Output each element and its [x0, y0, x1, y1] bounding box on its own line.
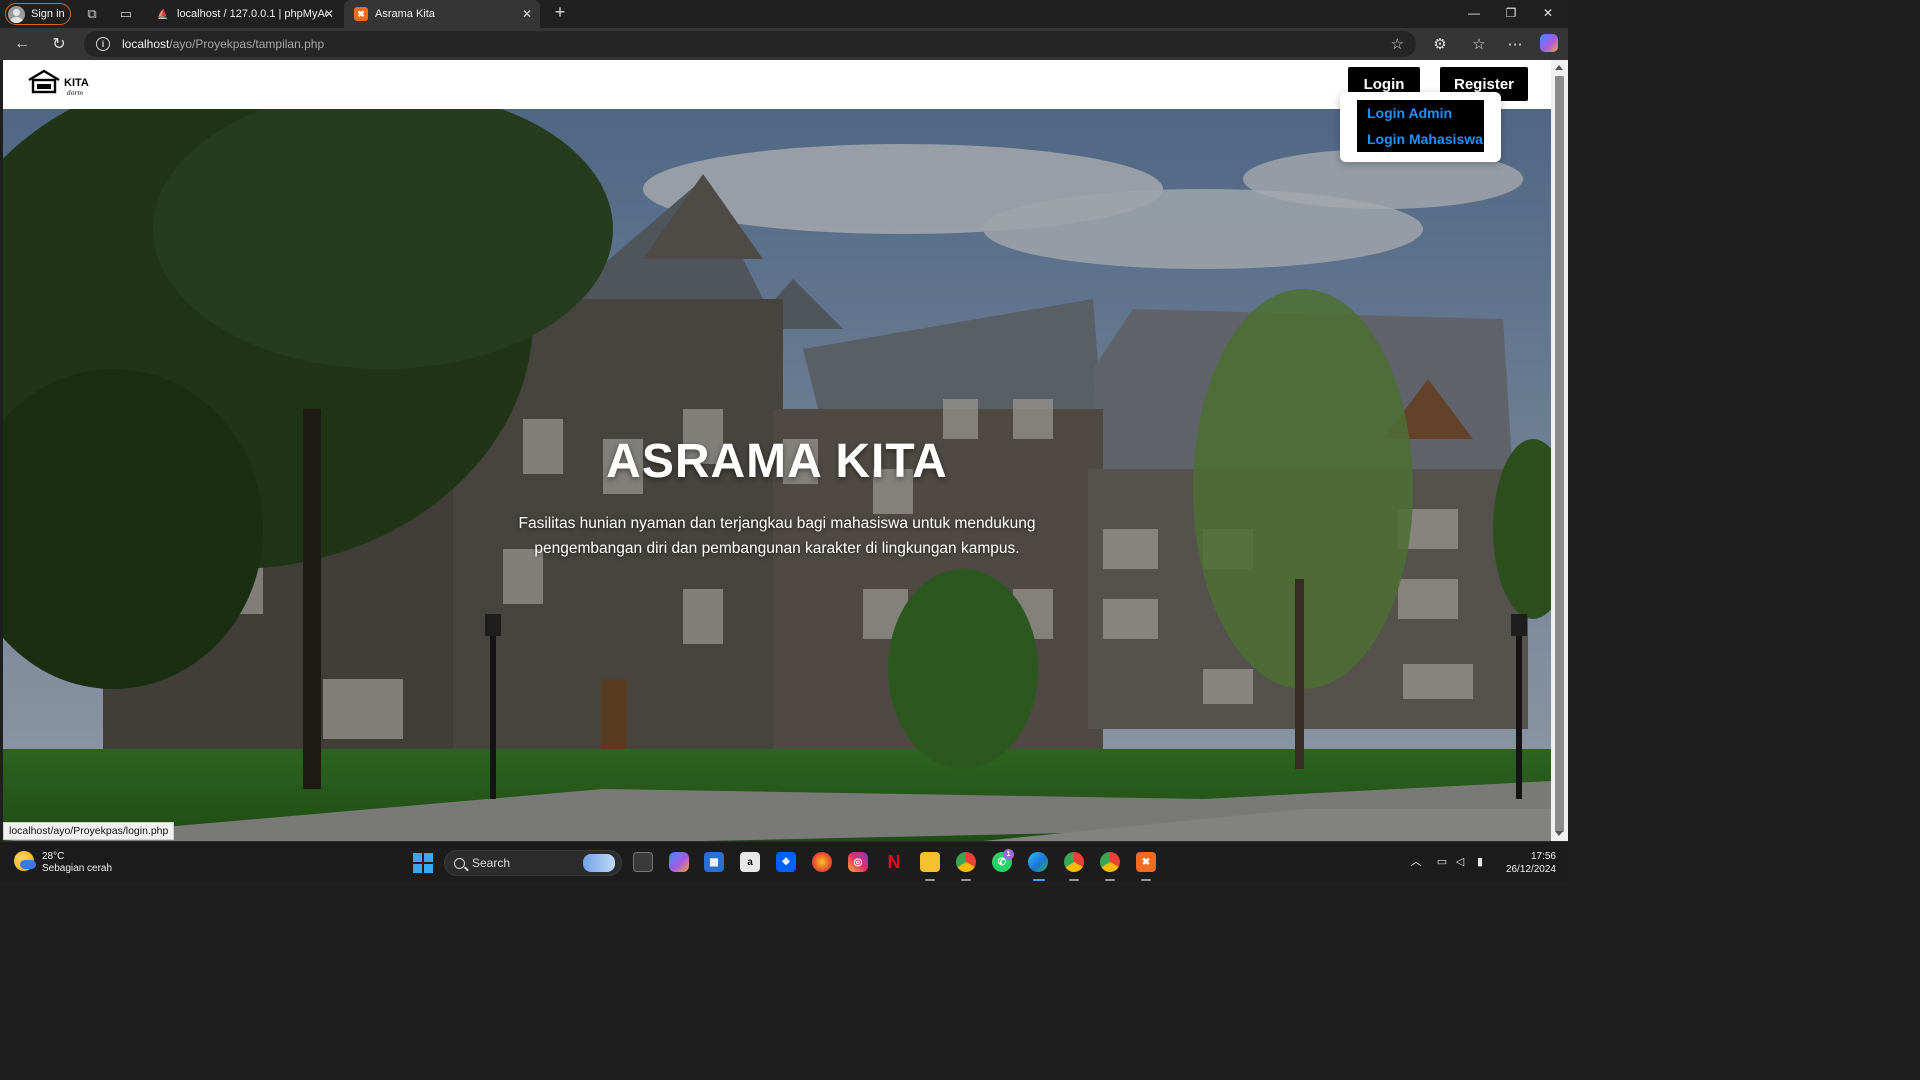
- favorite-star-icon[interactable]: ☆: [1391, 35, 1404, 53]
- amazon-icon[interactable]: a: [740, 852, 760, 872]
- back-arrow-icon[interactable]: ←: [12, 34, 32, 54]
- phpmyadmin-icon: ⛵: [157, 8, 169, 19]
- tab-title: localhost / 127.0.0.1 | phpMyAdmin: [177, 8, 327, 20]
- chrome-profile-3-active-indicator: [1105, 879, 1115, 881]
- partly-sunny-icon: [14, 851, 36, 871]
- copilot-taskbar-icon[interactable]: [669, 852, 689, 872]
- profile-avatar-icon: [8, 5, 25, 23]
- login-dropdown-menu: Login Admin Login Mahasiswa: [1340, 92, 1501, 162]
- weather-condition: Sebagian cerah: [42, 863, 113, 874]
- profile-signin-button[interactable]: Sign in: [5, 3, 71, 25]
- clock-time: 17:56: [1530, 851, 1556, 862]
- scroll-up-icon[interactable]: [1555, 65, 1563, 70]
- network-icon[interactable]: ▭: [1435, 854, 1449, 868]
- taskbar-clock[interactable]: 17:56 26/12/2024: [1500, 850, 1556, 876]
- xampp-taskbar-icon[interactable]: ✖: [1136, 852, 1156, 872]
- logo-subtext: dorm: [67, 90, 83, 97]
- xampp-active-indicator: [1141, 879, 1151, 881]
- show-hidden-icons-chevron-icon[interactable]: ︿: [1409, 854, 1423, 868]
- site-info-icon[interactable]: i: [96, 37, 110, 51]
- chrome-active-indicator: [961, 879, 971, 881]
- firefox-icon[interactable]: [812, 852, 832, 872]
- chrome-profile-2-icon[interactable]: [1064, 852, 1084, 872]
- browser-toolbar: ← ↻ i localhost/ayo/Proyekpas/tampilan.p…: [0, 28, 1568, 60]
- chrome-icon[interactable]: [956, 852, 976, 872]
- favorites-icon[interactable]: ☆: [1469, 34, 1489, 54]
- browser-titlebar: Sign in ⧉ ▭ ⛵ localhost / 127.0.0.1 | ph…: [0, 0, 1568, 28]
- search-highlight-image: [583, 854, 615, 872]
- login-admin-link[interactable]: Login Admin: [1357, 100, 1484, 126]
- whatsapp-badge: 1: [1003, 849, 1014, 860]
- tab-asrama-kita[interactable]: ✖ Asrama Kita ✕: [344, 0, 540, 28]
- file-explorer-active-indicator: [925, 879, 935, 881]
- vertical-tabs-icon[interactable]: ▭: [117, 5, 135, 23]
- tab-phpmyadmin[interactable]: ⛵ localhost / 127.0.0.1 | phpMyAdmin ✕: [146, 0, 342, 28]
- scroll-down-icon[interactable]: [1555, 831, 1563, 836]
- weather-temp: 28°C: [42, 851, 65, 862]
- edge-icon[interactable]: [1028, 852, 1048, 872]
- new-tab-button[interactable]: +: [550, 3, 570, 23]
- xampp-icon: ✖: [354, 7, 368, 21]
- login-mahasiswa-link[interactable]: Login Mahasiswa: [1357, 126, 1484, 152]
- microsoft-store-icon[interactable]: ▦: [704, 852, 724, 872]
- status-bar-url: localhost/ayo/Proyekpas/login.php: [3, 822, 175, 840]
- dropbox-icon[interactable]: ❖: [776, 852, 796, 872]
- hero-title: ASRAMA KITA: [606, 435, 948, 488]
- taskbar-search-box[interactable]: Search: [444, 850, 622, 876]
- scrollbar-thumb[interactable]: [1555, 76, 1564, 832]
- hero-subtitle: Fasilitas hunian nyaman dan terjangkau b…: [518, 515, 1036, 557]
- refresh-icon[interactable]: ↻: [49, 34, 69, 54]
- search-placeholder: Search: [472, 856, 511, 870]
- weather-widget[interactable]: 28°C Sebagian cerah: [14, 851, 112, 875]
- hero-section: ASRAMA KITA Fasilitas hunian nyaman dan …: [3, 109, 1551, 841]
- copilot-icon[interactable]: [1540, 34, 1558, 52]
- address-bar[interactable]: i localhost/ayo/Proyekpas/tampilan.php ☆: [84, 31, 1416, 57]
- tab-title: Asrama Kita: [375, 8, 435, 20]
- minimize-icon[interactable]: —: [1467, 6, 1481, 20]
- clock-date: 26/12/2024: [1505, 864, 1556, 875]
- restore-icon[interactable]: ❐: [1504, 6, 1518, 20]
- address-host: localhost: [122, 37, 170, 51]
- netflix-icon[interactable]: N: [884, 852, 904, 872]
- search-icon: [454, 857, 465, 869]
- chrome-profile-3-icon[interactable]: [1100, 852, 1120, 872]
- close-tab-icon[interactable]: ✕: [522, 7, 532, 21]
- logo-text: KITA: [64, 77, 89, 89]
- close-window-icon[interactable]: ✕: [1541, 6, 1555, 20]
- instagram-icon[interactable]: ◎: [848, 852, 868, 872]
- windows-start-icon[interactable]: [413, 853, 433, 873]
- battery-icon[interactable]: ▮: [1473, 854, 1487, 868]
- site-navbar: KITA dorm Login Register: [3, 60, 1551, 109]
- more-menu-icon[interactable]: ⋯: [1505, 34, 1525, 54]
- chrome-profile-2-active-indicator: [1069, 879, 1079, 881]
- address-path: /ayo/Proyekpas/tampilan.php: [169, 37, 325, 51]
- volume-icon[interactable]: ◁: [1453, 854, 1467, 868]
- profile-signin-label: Sign in: [31, 8, 65, 20]
- page-viewport: KITA dorm Login Register ASRAMA KITA Fas…: [3, 60, 1551, 841]
- task-view-icon[interactable]: [633, 852, 653, 872]
- close-tab-icon[interactable]: ✕: [324, 7, 334, 21]
- windows-taskbar: 28°C Sebagian cerah Search ▦ a ❖ ◎ N ✆ 1…: [0, 841, 1568, 882]
- file-explorer-icon[interactable]: [920, 852, 940, 872]
- page-scrollbar[interactable]: [1551, 60, 1568, 841]
- edge-active-indicator: [1033, 879, 1045, 881]
- workspaces-icon[interactable]: ⧉: [83, 5, 101, 23]
- kita-dorm-logo[interactable]: KITA dorm: [27, 68, 97, 98]
- extensions-icon[interactable]: ⚙: [1430, 34, 1450, 54]
